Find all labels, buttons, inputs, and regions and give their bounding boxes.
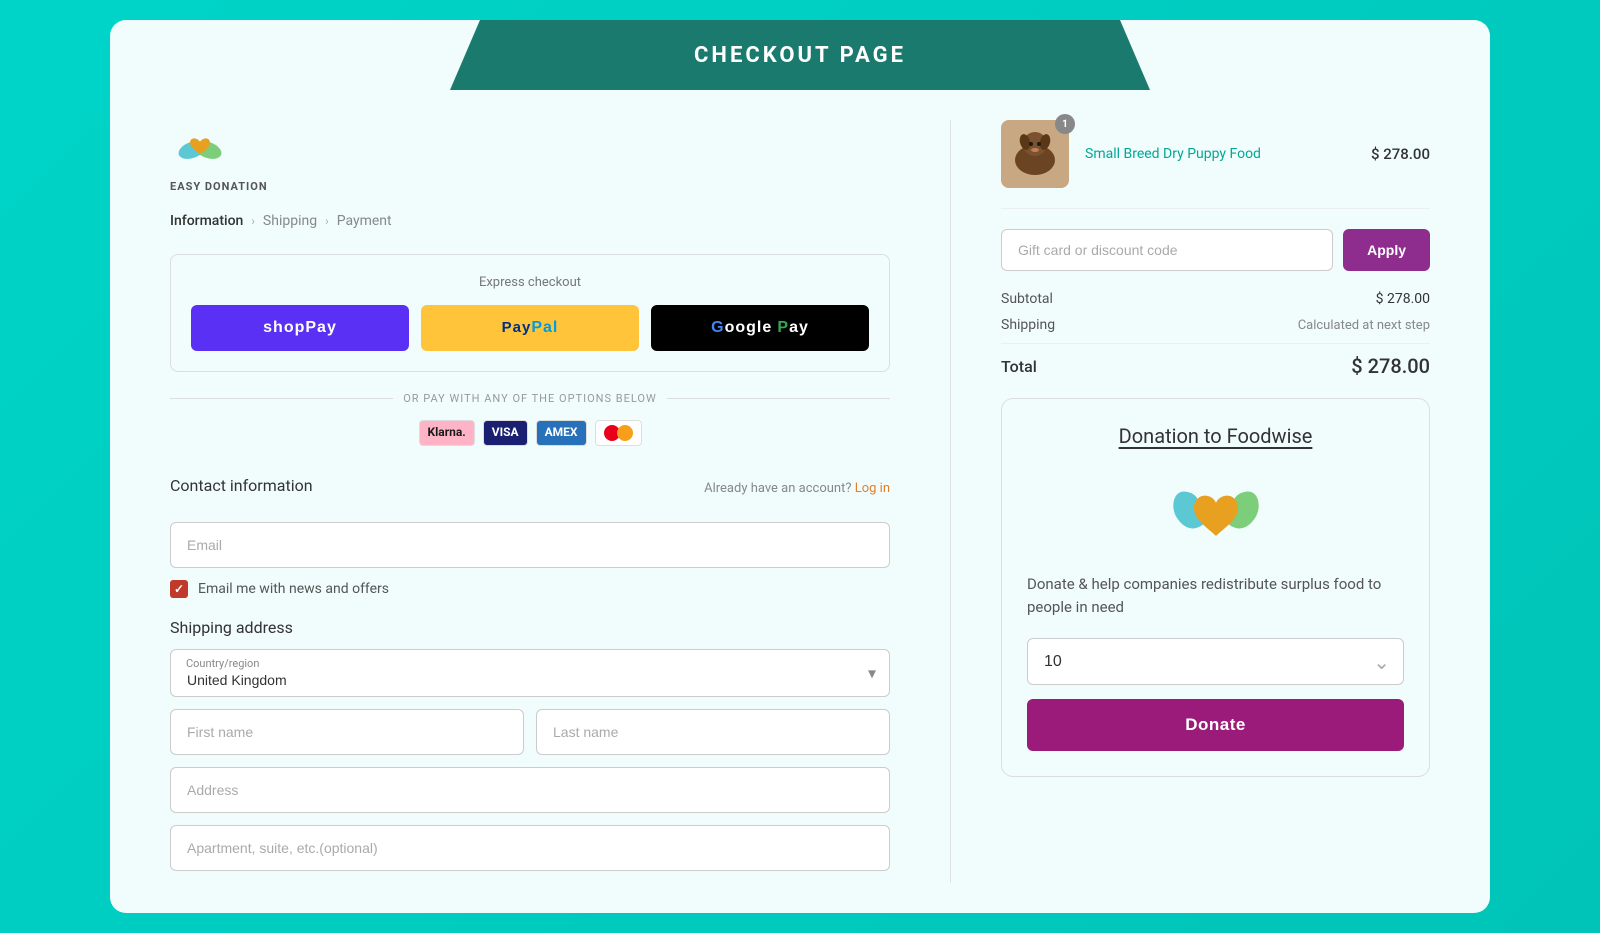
contact-header: Contact information Already have an acco… (170, 466, 890, 510)
product-price: $ 278.00 (1371, 145, 1430, 163)
product-item: 1 Small Breed Dry Puppy Food $ 278.00 (1001, 120, 1430, 209)
apply-button[interactable]: Apply (1343, 229, 1430, 271)
subtotal-label: Subtotal (1001, 291, 1053, 307)
login-link[interactable]: Log in (855, 481, 890, 496)
express-buttons: shopPay PayPal Google Pay (191, 305, 869, 351)
gpay-label: Google Pay (711, 319, 809, 337)
donate-button[interactable]: Donate (1027, 699, 1404, 751)
page-title: CHECKOUT PAGE (694, 43, 906, 68)
shoppay-button[interactable]: shopPay (191, 305, 409, 351)
newsletter-label: Email me with news and offers (198, 581, 389, 597)
gpay-button[interactable]: Google Pay (651, 305, 869, 351)
visa-icon: VISA (483, 420, 528, 446)
amex-icon: AMEX (536, 420, 587, 446)
country-select-wrapper: Country/region United Kingdom United Sta… (170, 649, 890, 697)
logo-text: EASY DONATION (170, 180, 268, 193)
newsletter-checkbox[interactable] (170, 580, 188, 598)
left-column: EASY DONATION Information › Shipping › P… (170, 120, 950, 883)
newsletter-checkbox-row: Email me with news and offers (170, 580, 890, 598)
express-checkout-section: Express checkout shopPay PayPal Google P… (170, 254, 890, 372)
donation-card: Donation to Foodwise Donate & help compa… (1001, 398, 1430, 777)
country-select[interactable]: United Kingdom United States Canada Aust… (170, 649, 890, 697)
name-row (170, 709, 890, 755)
discount-row: Apply (1001, 229, 1430, 271)
shipping-value: Calculated at next step (1298, 318, 1430, 333)
product-badge: 1 (1055, 114, 1075, 134)
apt-input[interactable] (170, 825, 890, 871)
totals-section: Subtotal $ 278.00 Shipping Calculated at… (1001, 291, 1430, 378)
firstname-input[interactable] (170, 709, 524, 755)
product-name[interactable]: Small Breed Dry Puppy Food (1085, 146, 1261, 162)
shoppay-label: shopPay (263, 319, 337, 337)
logo-icon (170, 120, 230, 175)
or-divider: OR PAY WITH ANY OF THE OPTIONS BELOW (170, 392, 890, 405)
donation-amount-wrapper: 5 10 20 50 ⌄ (1027, 638, 1404, 685)
breadcrumb: Information › Shipping › Payment (170, 213, 890, 229)
total-value: $ 278.00 (1351, 354, 1430, 378)
donation-logo (1027, 468, 1404, 553)
donation-description: Donate & help companies redistribute sur… (1027, 573, 1404, 618)
total-row: Total $ 278.00 (1001, 354, 1430, 378)
header-banner: CHECKOUT PAGE (110, 20, 1490, 90)
page-container: CHECKOUT PAGE EASY DONATION Information … (110, 20, 1490, 913)
product-image-wrapper: 1 (1001, 120, 1069, 188)
chevron-icon-2: › (325, 214, 329, 228)
breadcrumb-shipping[interactable]: Shipping (263, 213, 317, 229)
breadcrumb-information[interactable]: Information (170, 213, 243, 229)
country-label: Country/region (186, 657, 259, 670)
subtotal-value: $ 278.00 (1376, 291, 1430, 307)
shipping-label: Shipping (1001, 317, 1055, 333)
address-input[interactable] (170, 767, 890, 813)
login-text: Already have an account? Log in (704, 481, 890, 496)
breadcrumb-payment[interactable]: Payment (337, 213, 392, 229)
discount-input[interactable] (1001, 229, 1333, 271)
chevron-icon-1: › (251, 214, 255, 228)
contact-label: Contact information (170, 476, 313, 495)
email-input[interactable] (170, 522, 890, 568)
donation-title: Donation to Foodwise (1027, 424, 1404, 448)
subtotal-row: Subtotal $ 278.00 (1001, 291, 1430, 307)
shipping-address-label: Shipping address (170, 618, 890, 637)
lastname-input[interactable] (536, 709, 890, 755)
klarna-icon: Klarna. (419, 420, 475, 446)
donation-amount-select[interactable]: 5 10 20 50 (1027, 638, 1404, 685)
total-label: Total (1001, 357, 1037, 376)
shipping-row: Shipping Calculated at next step (1001, 317, 1430, 333)
mastercard-icon (595, 420, 642, 446)
paypal-label: PayPal (502, 319, 559, 337)
logo-area: EASY DONATION (170, 120, 890, 193)
paypal-button[interactable]: PayPal (421, 305, 639, 351)
donation-logo-icon (1166, 468, 1266, 553)
right-column: 1 Small Breed Dry Puppy Food $ 278.00 Ap… (950, 120, 1430, 883)
payment-icons: Klarna. VISA AMEX (170, 420, 890, 446)
express-checkout-label: Express checkout (191, 275, 869, 290)
